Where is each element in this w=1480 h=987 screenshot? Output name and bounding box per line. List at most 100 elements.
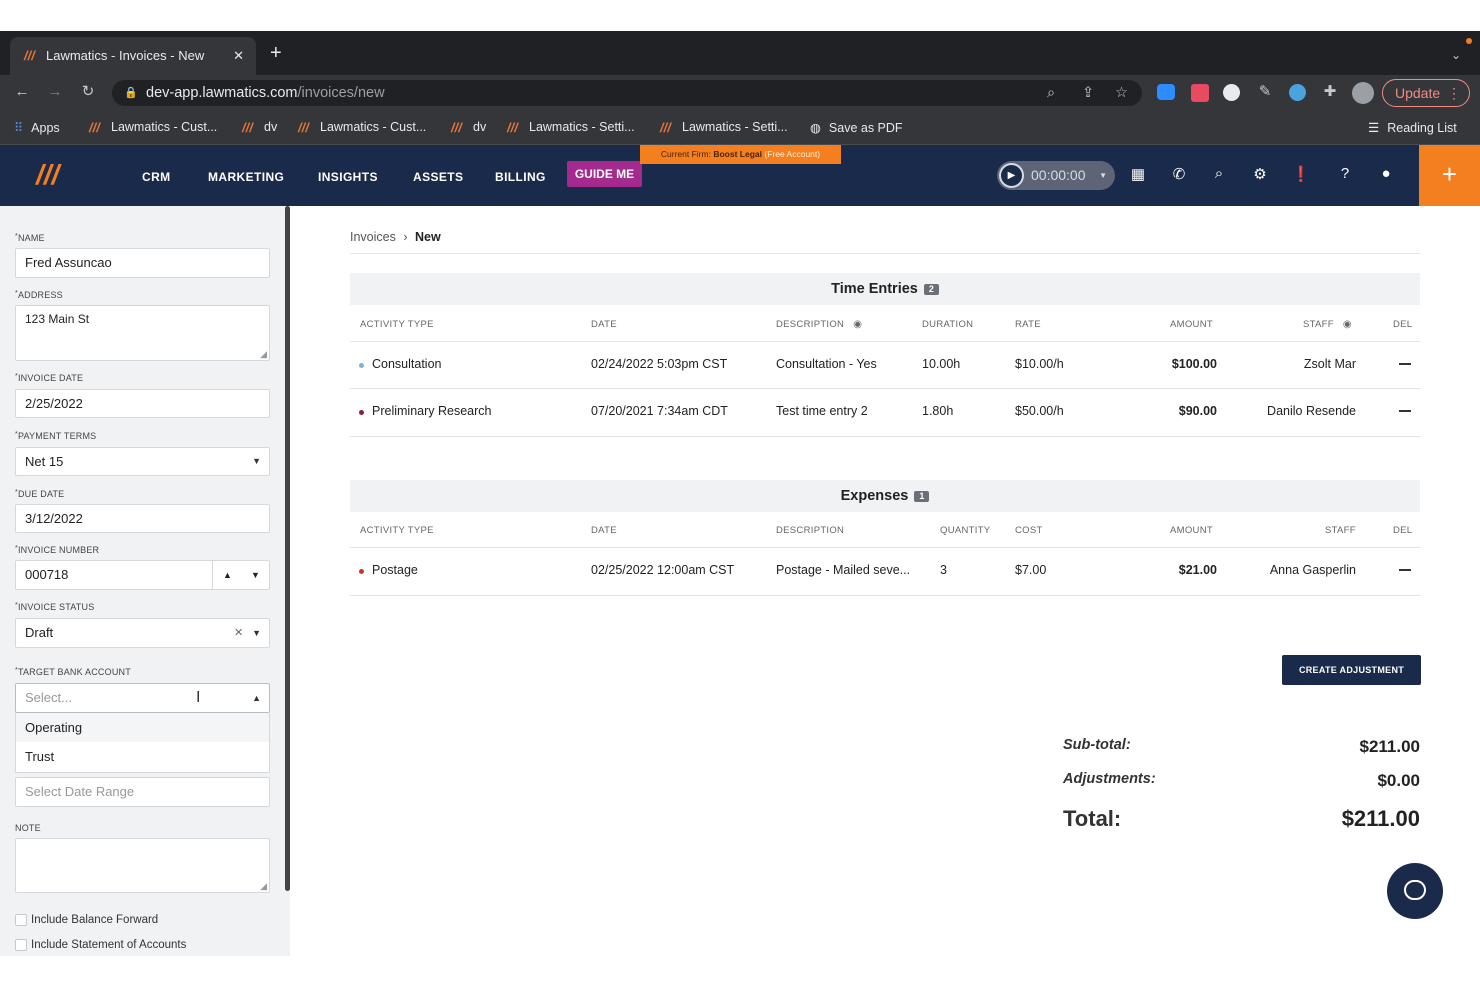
eye-icon[interactable]: ◉ [1343, 319, 1352, 330]
new-tab-button[interactable]: + [270, 43, 282, 63]
option-operating[interactable]: Operating [16, 713, 269, 742]
bookmark-star-icon[interactable]: ☆ [1115, 80, 1128, 106]
quick-add-plus-icon[interactable]: + [1419, 145, 1480, 206]
chevron-down-icon[interactable]: ▼ [252, 619, 261, 647]
reading-list[interactable]: ☰ Reading List [1368, 120, 1457, 135]
help-icon[interactable]: ? [1335, 165, 1355, 182]
nav-crm[interactable]: CRM [142, 170, 171, 184]
row-staff: Anna Gasperlin [1269, 563, 1356, 577]
breadcrumb-invoices[interactable]: Invoices [350, 230, 396, 244]
option-trust[interactable]: Trust [16, 742, 269, 771]
col-date: DATE [591, 319, 617, 330]
eye-icon[interactable]: ◉ [853, 319, 862, 330]
invoice-status-select[interactable]: Draft ✕ ▼ [15, 618, 270, 648]
row-staff: Zsolt Mar [1303, 357, 1356, 371]
create-adjustment-button[interactable]: CREATE ADJUSTMENT [1282, 655, 1421, 685]
delete-row-icon[interactable] [1399, 569, 1411, 571]
tab-close-icon[interactable]: ✕ [233, 37, 244, 75]
nav-assets[interactable]: ASSETS [413, 170, 463, 184]
tab-search-chevron-icon[interactable]: ⌄ [1451, 48, 1461, 62]
target-bank-dropdown: Operating Trust [15, 713, 270, 773]
calendar-extension-icon[interactable] [1191, 84, 1209, 102]
timer-widget[interactable]: ▶ 00:00:00 ▼ [997, 161, 1115, 190]
user-icon[interactable]: ● [1376, 165, 1396, 182]
nav-billing[interactable]: BILLING [495, 170, 546, 184]
bookmark-apps[interactable]: ⠿ Apps [14, 120, 60, 135]
chevron-up-icon[interactable]: ▲ [252, 684, 261, 712]
delete-row-icon[interactable] [1399, 363, 1411, 365]
divider [350, 388, 1420, 389]
phone-icon[interactable]: ✆ [1169, 165, 1189, 183]
extension-blue-icon[interactable] [1289, 84, 1306, 101]
guide-me-button[interactable]: GUIDE ME [567, 161, 642, 187]
payment-terms-select[interactable]: Net 15 ▼ [15, 447, 270, 476]
address-value: 123 Main St [25, 312, 90, 326]
reload-icon[interactable]: ↻ [78, 83, 98, 101]
browser-tab[interactable]: /// Lawmatics - Invoices - New ✕ [10, 37, 256, 75]
include-statement-checkbox[interactable] [15, 939, 27, 951]
resize-handle-icon[interactable]: ◢ [260, 349, 267, 360]
bookmark-lawmatics-cust-2[interactable]: ///Lawmatics - Cust... [298, 120, 426, 135]
play-icon[interactable]: ▶ [999, 163, 1024, 188]
alert-icon[interactable]: ❗ [1291, 165, 1311, 183]
col-del: DEL [1393, 319, 1413, 330]
col-activity-type: ACTIVITY TYPE [360, 525, 434, 536]
lawmatics-icon: /// [298, 120, 309, 135]
pen-extension-icon[interactable]: ✎ [1255, 83, 1275, 101]
col-amount: AMOUNT [1170, 525, 1213, 536]
target-bank-select[interactable]: Select... I ▲ [15, 683, 270, 713]
apps-grid-icon: ⠿ [14, 121, 24, 135]
store-icon[interactable]: ▦ [1128, 165, 1148, 183]
due-date-input[interactable]: 3/12/2022 [15, 504, 270, 533]
subtotal-label: Sub-total: [1063, 737, 1131, 753]
update-button[interactable]: Update ⋮ [1382, 79, 1470, 107]
row-duration: 10.00h [922, 357, 961, 371]
invoice-date-input[interactable]: 2/25/2022 [15, 389, 270, 418]
target-bank-placeholder: Select... [25, 690, 72, 705]
extension-m-icon[interactable] [1223, 84, 1240, 101]
invoice-number-stepper[interactable]: 000718 ▲ ▼ [15, 560, 270, 590]
back-icon[interactable]: ← [12, 83, 32, 101]
search-icon[interactable]: ⌕ [1209, 165, 1229, 182]
zoom-extension-icon[interactable] [1157, 84, 1175, 100]
invoice-status-label: *INVOICE STATUS [15, 602, 95, 612]
extensions-puzzle-icon[interactable]: ✚ [1320, 83, 1340, 101]
row-description: Consultation - Yes [776, 357, 877, 371]
profile-avatar-icon[interactable] [1352, 82, 1374, 104]
increment-icon[interactable]: ▲ [223, 561, 232, 589]
bookmark-dv-1[interactable]: ///dv [242, 120, 277, 135]
col-activity-type: ACTIVITY TYPE [360, 319, 434, 330]
lawmatics-logo-icon[interactable]: /// [36, 159, 59, 191]
settings-gear-icon[interactable]: ⚙ [1250, 165, 1270, 183]
invoice-number-label: *INVOICE NUMBER [15, 545, 100, 555]
forward-icon[interactable]: → [45, 83, 65, 101]
address-textarea[interactable]: 123 Main St ◢ [15, 305, 270, 361]
name-input[interactable]: Fred Assuncao [15, 248, 270, 278]
bookmark-lawmatics-setti-2[interactable]: ///Lawmatics - Setti... [660, 120, 788, 135]
chat-support-button[interactable] [1387, 863, 1443, 919]
date-range-input[interactable]: Select Date Range [15, 777, 270, 807]
firm-name: Boost Legal [713, 149, 762, 159]
resize-handle-icon[interactable]: ◢ [260, 881, 267, 892]
decrement-icon[interactable]: ▼ [251, 561, 260, 589]
nav-marketing[interactable]: MARKETING [208, 170, 284, 184]
nav-insights[interactable]: INSIGHTS [318, 170, 378, 184]
note-textarea[interactable]: ◢ [15, 838, 270, 893]
address-bar[interactable]: 🔒 dev-app.lawmatics.com/invoices/new ⌕ ⇪… [112, 80, 1142, 106]
clear-icon[interactable]: ✕ [234, 619, 243, 647]
bookmark-dv-2[interactable]: ///dv [451, 120, 486, 135]
timer-caret-icon[interactable]: ▼ [1099, 161, 1107, 190]
col-del: DEL [1393, 525, 1413, 536]
share-icon[interactable]: ⇪ [1082, 80, 1094, 106]
include-balance-checkbox[interactable] [15, 914, 27, 926]
delete-row-icon[interactable] [1399, 410, 1411, 412]
row-description: Test time entry 2 [776, 404, 868, 418]
breadcrumb: Invoices › New [350, 230, 441, 244]
bookmark-lawmatics-setti-1[interactable]: ///Lawmatics - Setti... [507, 120, 635, 135]
bookmark-lawmatics-cust-1[interactable]: ///Lawmatics - Cust... [89, 120, 217, 135]
chevron-down-icon: ▼ [252, 456, 261, 466]
bookmark-save-as-pdf[interactable]: ◍ Save as PDF [810, 120, 903, 135]
zoom-icon[interactable]: ⌕ [1047, 80, 1055, 106]
time-entries-count-badge: 2 [923, 284, 939, 295]
col-amount: AMOUNT [1170, 319, 1213, 330]
